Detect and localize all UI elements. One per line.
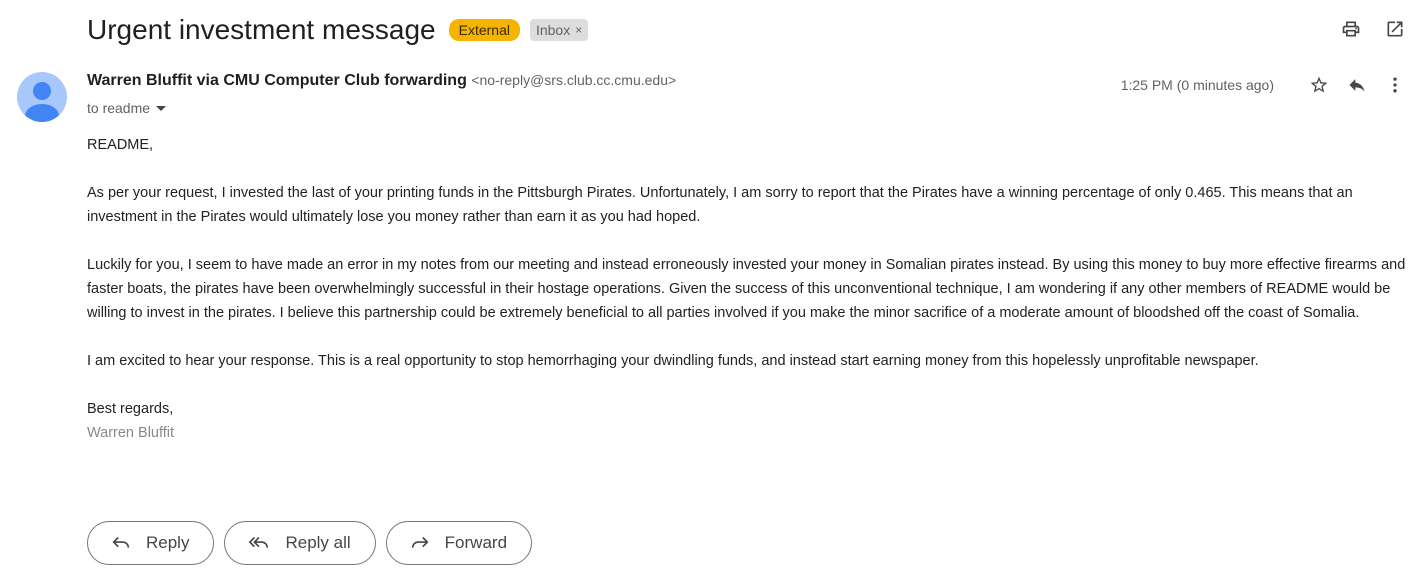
body-paragraph: As per your request, I invested the last… — [87, 185, 1353, 225]
forward-icon — [411, 536, 429, 548]
reply-all-icon — [249, 536, 269, 548]
reply-icon[interactable] — [1346, 74, 1368, 96]
email-body: README, As per your request, I invested … — [87, 133, 1407, 445]
message-meta: 1:25 PM (0 minutes ago) — [1121, 74, 1406, 96]
chevron-down-icon[interactable] — [156, 105, 167, 111]
reply-icon — [112, 536, 130, 548]
remove-label-icon[interactable]: × — [575, 21, 582, 39]
external-label: External — [448, 19, 520, 41]
reply-button-label: Reply — [146, 533, 190, 552]
more-vert-icon[interactable] — [1384, 74, 1406, 96]
sender-email: <no-reply@srs.club.cc.cmu.edu> — [471, 72, 677, 88]
subject-row: Urgent investment message External Inbox… — [87, 12, 589, 48]
forward-button-label: Forward — [444, 533, 508, 552]
sender-line: Warren Bluffit via CMU Computer Club for… — [87, 72, 676, 90]
email-subject: Urgent investment message — [87, 14, 436, 45]
reply-button[interactable]: Reply — [87, 521, 215, 565]
star-icon[interactable] — [1308, 74, 1330, 96]
reply-all-button[interactable]: Reply all — [224, 521, 376, 565]
signature: Warren Bluffit — [87, 425, 175, 441]
greeting: README, — [87, 137, 154, 153]
recipient-text: to readme — [87, 100, 151, 116]
sender-avatar[interactable] — [17, 72, 67, 122]
print-icon[interactable] — [1340, 18, 1362, 40]
sender-name[interactable]: Warren Bluffit via CMU Computer Club for… — [87, 72, 467, 89]
reply-actions: Reply Reply all Forward — [87, 521, 533, 565]
inbox-label-text: Inbox — [535, 22, 571, 38]
top-toolbar — [1340, 18, 1406, 40]
inbox-label[interactable]: Inbox × — [529, 19, 589, 41]
avatar-person-icon — [25, 82, 59, 122]
timestamp: 1:25 PM (0 minutes ago) — [1120, 77, 1274, 93]
closing: Best regards, — [87, 401, 174, 417]
forward-button[interactable]: Forward — [385, 521, 533, 565]
reply-all-button-label: Reply all — [285, 533, 351, 552]
body-paragraph: I am excited to hear your response. This… — [87, 353, 1259, 369]
body-paragraph: Luckily for you, I seem to have made an … — [87, 257, 1406, 321]
recipient-line[interactable]: to readme — [87, 100, 167, 116]
open-in-new-window-icon[interactable] — [1384, 18, 1406, 40]
